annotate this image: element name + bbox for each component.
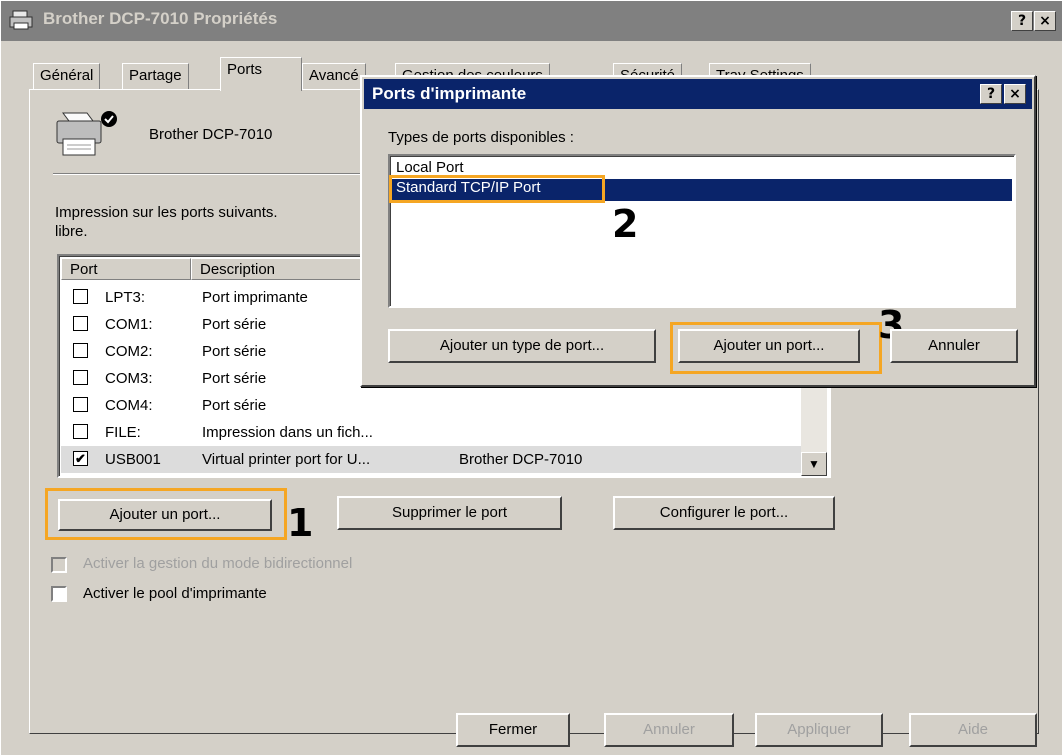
port-name: LPT3: <box>105 289 146 306</box>
delete-port-button[interactable]: Supprimer le port <box>337 496 562 530</box>
bidirectional-label: Activer la gestion du mode bidirectionne… <box>83 555 353 572</box>
tab-label: Général <box>40 67 94 84</box>
dialog-add-port-button[interactable]: Ajouter un port... <box>678 329 860 363</box>
step-1-label: 1 <box>287 501 314 545</box>
add-port-button[interactable]: Ajouter un port... <box>58 499 272 531</box>
help-button-footer[interactable]: Aide <box>909 713 1037 747</box>
tab-label: Partage <box>129 67 182 84</box>
add-port-type-button[interactable]: Ajouter un type de port... <box>388 329 656 363</box>
close-dialog-button[interactable]: Fermer <box>456 713 570 747</box>
ports-description: Impression sur les ports suivants. <box>55 204 278 221</box>
port-checkbox[interactable] <box>73 343 88 358</box>
port-checkbox[interactable] <box>73 397 88 412</box>
bidirectional-checkbox <box>51 557 67 573</box>
dialog-help-button[interactable]: ? <box>980 84 1002 104</box>
title-bar[interactable]: Brother DCP-7010 Propriétés ? × <box>1 1 1062 41</box>
tab-ports[interactable]: Ports <box>220 57 302 91</box>
port-name: COM2: <box>105 343 153 360</box>
port-printer: Brother DCP-7010 <box>459 451 583 468</box>
dialog-title: Ports d'imprimante <box>372 84 527 103</box>
column-header-port[interactable]: Port <box>61 258 191 280</box>
cancel-button[interactable]: Annuler <box>604 713 734 747</box>
close-button[interactable]: × <box>1034 11 1056 31</box>
port-row-com4[interactable]: COM4: Port série <box>61 392 806 419</box>
printer-pool-label: Activer le pool d'imprimante <box>83 585 267 602</box>
printer-icon <box>56 111 117 156</box>
dialog-cancel-button[interactable]: Annuler <box>890 329 1018 363</box>
port-types-label: Types de ports disponibles : <box>388 129 574 146</box>
window-title: Brother DCP-7010 Propriétés <box>43 9 278 28</box>
printer-ports-dialog: Ports d'imprimante ? × Types de ports di… <box>360 75 1036 387</box>
dialog-close-button[interactable]: × <box>1004 84 1026 104</box>
tab-general[interactable]: Général <box>33 63 101 89</box>
port-checkbox[interactable] <box>73 370 88 385</box>
port-type-standard-tcpip[interactable]: Standard TCP/IP Port <box>392 179 1012 201</box>
port-name: COM4: <box>105 397 153 414</box>
ports-description-line2: libre. <box>55 223 88 240</box>
printer-pool-checkbox[interactable] <box>51 586 67 602</box>
port-description: Port série <box>202 397 267 414</box>
port-description: Port série <box>202 370 267 387</box>
apply-button[interactable]: Appliquer <box>755 713 883 747</box>
port-description: Virtual printer port for U... <box>202 451 371 468</box>
separator <box>53 173 361 175</box>
port-description: Port série <box>202 343 267 360</box>
scroll-down-arrow-icon[interactable]: ▼ <box>801 452 827 476</box>
port-row-usb001[interactable]: ✔ USB001 Virtual printer port for U... B… <box>61 446 806 473</box>
dialog-title-bar[interactable]: Ports d'imprimante ? × <box>364 79 1032 109</box>
step-2-label: 2 <box>612 202 639 246</box>
tab-advanced[interactable]: Avancé <box>302 63 366 89</box>
port-types-list[interactable]: Local Port Standard TCP/IP Port <box>388 154 1016 308</box>
printer-icon <box>9 10 33 30</box>
printer-name: Brother DCP-7010 <box>149 126 273 143</box>
port-name: COM1: <box>105 316 153 333</box>
port-description: Port imprimante <box>202 289 308 306</box>
port-description: Impression dans un fich... <box>202 424 373 441</box>
configure-port-button[interactable]: Configurer le port... <box>613 496 835 530</box>
port-description: Port série <box>202 316 267 333</box>
port-name: FILE: <box>105 424 141 441</box>
port-checkbox[interactable] <box>73 316 88 331</box>
port-name: COM3: <box>105 370 153 387</box>
tab-label: Avancé <box>309 67 359 84</box>
help-button[interactable]: ? <box>1011 11 1033 31</box>
port-checkbox-checked[interactable]: ✔ <box>73 451 88 466</box>
port-type-local[interactable]: Local Port <box>392 159 1012 181</box>
port-checkbox[interactable] <box>73 424 88 439</box>
port-row-file[interactable]: FILE: Impression dans un fich... <box>61 419 806 446</box>
tab-label: Ports <box>227 61 263 78</box>
port-name: USB001 <box>105 451 161 468</box>
port-checkbox[interactable] <box>73 289 88 304</box>
tab-sharing[interactable]: Partage <box>122 63 189 89</box>
